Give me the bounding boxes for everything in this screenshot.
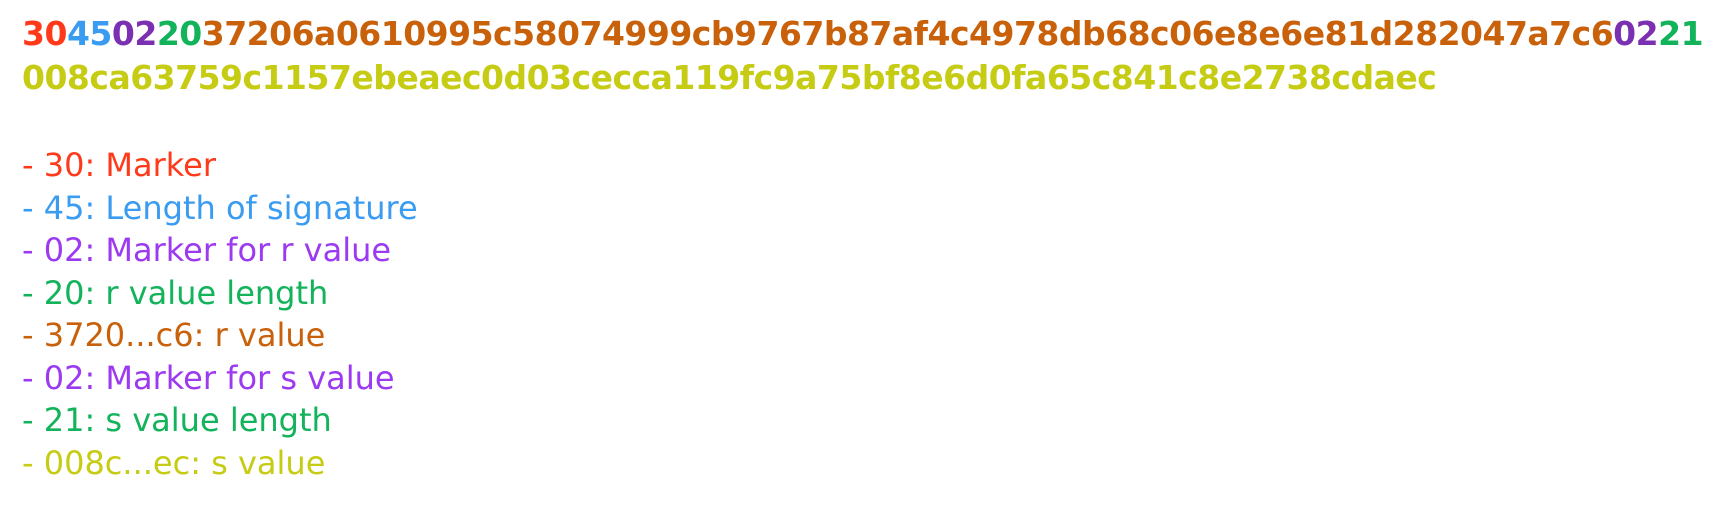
legend-item-marker: - 30: Marker (22, 146, 216, 184)
der-signature-hex: 3045022037206a0610995c58074999cb9767b87a… (22, 12, 1712, 100)
segment-s-marker: 02 (1613, 14, 1659, 53)
segment-marker: 30 (22, 14, 67, 53)
legend-item-s-marker: - 02: Marker for s value (22, 358, 395, 397)
segment-r-marker: 02 (111, 14, 157, 53)
legend-item-r-marker: - 02: Marker for r value (22, 231, 392, 269)
signature-diagram: 3045022037206a0610995c58074999cb9767b87a… (22, 12, 1712, 484)
segment-signature-length: 45 (66, 14, 112, 53)
legend-list: - 30: Marker - 45: Length of signature -… (22, 144, 1712, 484)
legend-item-signature-length: - 45: Length of signature (22, 188, 418, 227)
segment-r-length: 20 (156, 14, 202, 53)
legend-item-r-length: - 20: r value length (22, 273, 329, 312)
legend-item-s-length: - 21: s value length (22, 401, 332, 439)
segment-r-value: 37206a0610995c58074999cb9767b87af4c4978d… (201, 14, 1614, 53)
legend-item-s-value: - 008c...ec: s value (22, 443, 326, 482)
segment-s-value: 008ca63759c1157ebeaec0d03cecca119fc9a75b… (22, 58, 1437, 97)
segment-s-length: 21 (1658, 14, 1704, 53)
legend-item-r-value: - 3720...c6: r value (22, 316, 326, 354)
